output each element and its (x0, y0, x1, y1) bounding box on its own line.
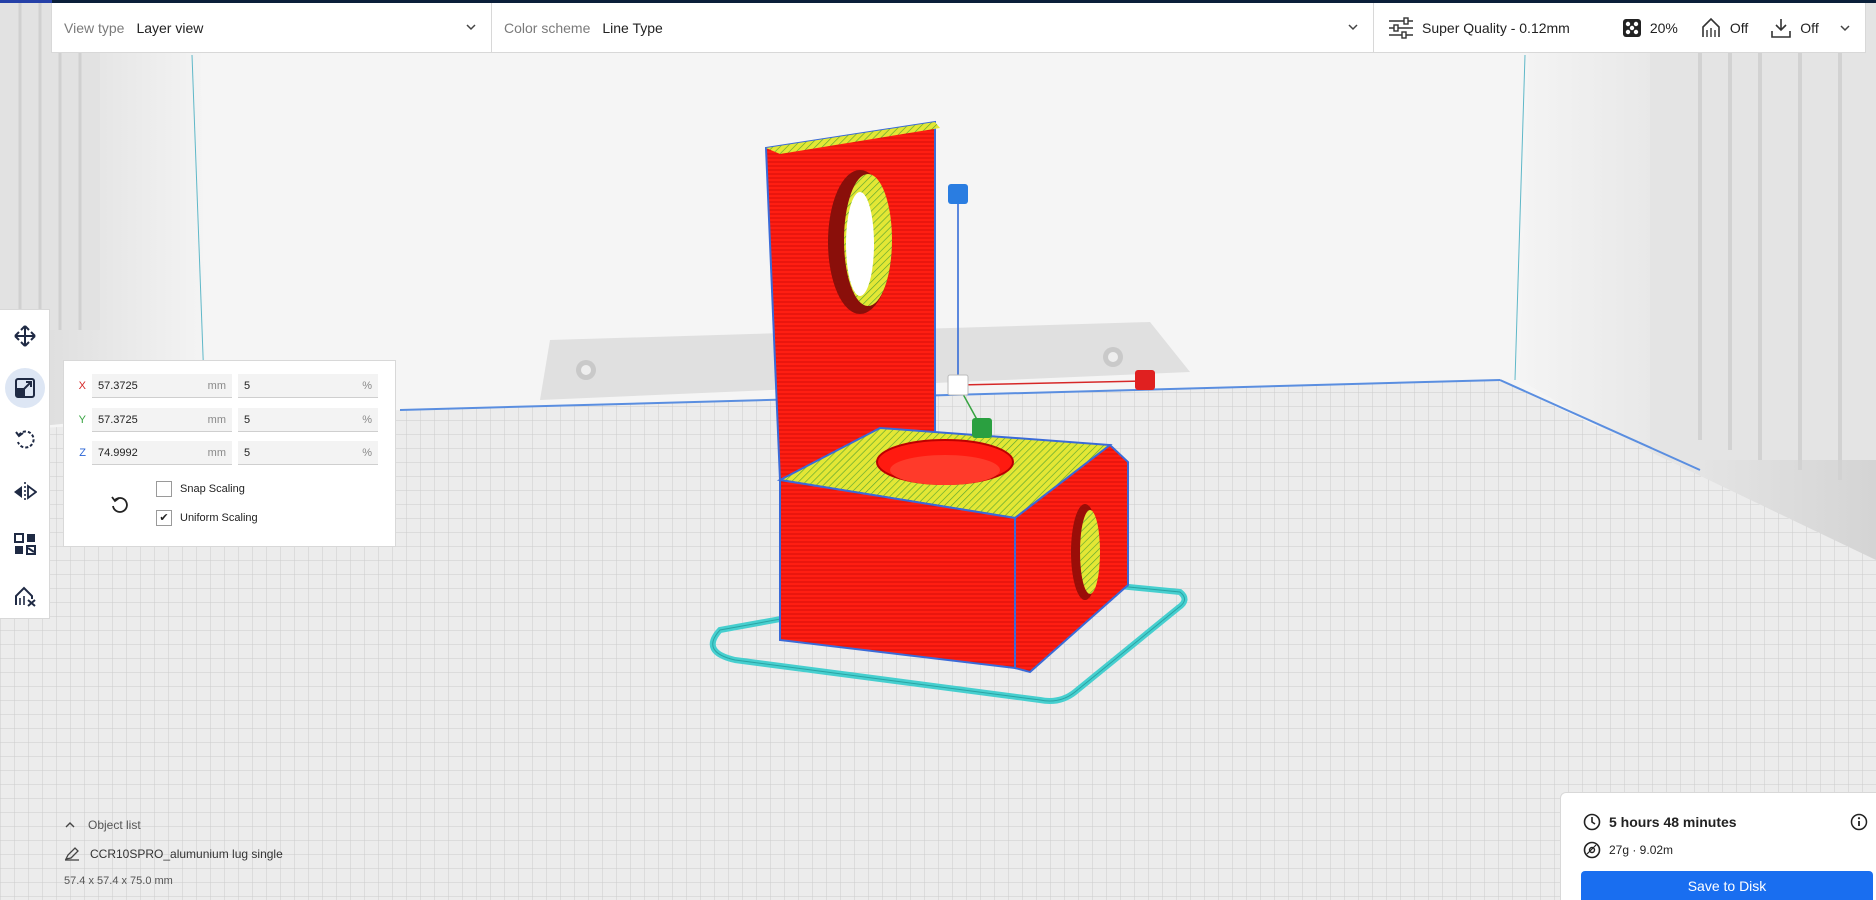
stage-accent (0, 0, 52, 3)
color-scheme-label: Color scheme (504, 19, 591, 36)
unit-percent: % (362, 413, 372, 426)
scale-z-percent-value: 5 (244, 446, 251, 459)
object-list-title: Object list (88, 818, 141, 832)
view-type-label: View type (64, 19, 125, 36)
scale-x-mm-value: 57.3725 (98, 379, 138, 392)
object-name: CCR10SPRO_alumunium lug single (90, 847, 283, 861)
object-list-toggle[interactable]: Object list (64, 812, 464, 838)
reset-icon (111, 496, 128, 513)
axis-y-label: Y (78, 414, 86, 426)
per-model-settings-button[interactable] (0, 518, 50, 570)
per-model-settings-icon (14, 533, 36, 555)
adhesion-value: Off (1800, 19, 1819, 36)
support-icon (1702, 17, 1720, 37)
scale-x-percent-input[interactable]: 5 % (238, 374, 378, 398)
support-setting[interactable]: Off (1700, 17, 1748, 39)
print-settings-selector[interactable]: Super Quality - 0.12mm 20% Off Off (1374, 3, 1865, 52)
clock-icon (1583, 813, 1601, 831)
spool-icon (1583, 841, 1601, 859)
move-tool-button[interactable] (0, 310, 50, 362)
uniform-scaling-box[interactable]: ✔ (156, 510, 172, 526)
chevron-down-icon (1840, 24, 1850, 31)
scale-y-percent-input[interactable]: 5 % (238, 408, 378, 432)
pencil-icon (64, 847, 79, 861)
scale-y-mm-value: 57.3725 (98, 413, 138, 426)
sliders-icon (1389, 16, 1413, 39)
chevron-up-icon (65, 822, 75, 828)
scale-z-mm-input[interactable]: 74.9992 mm (92, 441, 232, 465)
object-dimensions: 57.4 x 57.4 x 75.0 mm (64, 875, 173, 887)
axis-z-label: Z (79, 447, 86, 459)
support-blocker-button[interactable] (0, 570, 50, 622)
color-scheme-value: Line Type (602, 19, 663, 36)
mirror-icon (14, 482, 37, 502)
scale-y-percent-value: 5 (244, 413, 251, 426)
infill-icon (1622, 18, 1641, 37)
info-icon[interactable] (1850, 813, 1868, 831)
scale-row-x: X 57.3725 mm 5 % (64, 373, 378, 399)
scale-x-mm-input[interactable]: 57.3725 mm (92, 374, 232, 398)
tool-toolbar (0, 309, 50, 619)
chevron-down-icon (466, 24, 476, 31)
print-summary-panel: 5 hours 48 minutes 27g · 9.02m Save to D… (1560, 792, 1876, 900)
print-profile[interactable]: Super Quality - 0.12mm (1388, 16, 1570, 39)
save-to-disk-button[interactable]: Save to Disk (1581, 871, 1873, 900)
rotate-icon (15, 430, 35, 449)
infill-setting[interactable]: 20% (1622, 18, 1678, 38)
print-time: 5 hours 48 minutes (1583, 813, 1737, 831)
scale-z-mm-value: 74.9992 (98, 446, 138, 459)
adhesion-icon (1771, 18, 1792, 38)
material-value: 27g · 9.02m (1609, 843, 1674, 857)
unit-mm: mm (207, 379, 226, 392)
mirror-tool-button[interactable] (0, 466, 50, 518)
scale-tool-button[interactable] (0, 362, 50, 414)
scale-z-percent-input[interactable]: 5 % (238, 441, 378, 465)
uniform-scaling-label: Uniform Scaling (180, 512, 258, 524)
color-scheme-select[interactable]: Color scheme Line Type (492, 3, 1374, 52)
snap-scaling-box[interactable] (156, 481, 172, 497)
snap-scaling-checkbox[interactable]: Snap Scaling (156, 481, 245, 497)
support-blocker-icon (15, 586, 36, 607)
object-list: Object list CCR10SPRO_alumunium lug sing… (64, 812, 464, 892)
scale-y-mm-input[interactable]: 57.3725 mm (92, 408, 232, 432)
scale-x-percent-value: 5 (244, 379, 251, 392)
scale-row-y: Y 57.3725 mm 5 % (64, 407, 378, 433)
view-header: View type Layer view Color scheme Line T… (51, 3, 1866, 53)
reset-scale-button[interactable] (104, 489, 136, 521)
chevron-down-icon (1348, 24, 1358, 31)
unit-mm: mm (207, 413, 226, 426)
axis-x-label: X (78, 380, 86, 392)
unit-mm: mm (207, 446, 226, 459)
uniform-scaling-checkbox[interactable]: ✔ Uniform Scaling (156, 510, 258, 526)
print-profile-value: Super Quality - 0.12mm (1422, 19, 1570, 36)
view-type-value: Layer view (136, 19, 204, 36)
scale-row-z: Z 74.9992 mm 5 % (64, 440, 378, 466)
adhesion-setting[interactable]: Off (1770, 17, 1819, 39)
scale-icon (15, 378, 35, 398)
infill-value: 20% (1649, 19, 1678, 36)
support-value: Off (1729, 19, 1749, 36)
snap-scaling-label: Snap Scaling (180, 483, 245, 495)
move-icon (14, 325, 36, 347)
material-estimate: 27g · 9.02m (1583, 841, 1673, 859)
print-time-value: 5 hours 48 minutes (1609, 814, 1737, 830)
object-list-item[interactable]: CCR10SPRO_alumunium lug single (64, 838, 464, 870)
unit-percent: % (362, 446, 372, 459)
unit-percent: % (362, 379, 372, 392)
scale-panel: X 57.3725 mm 5 % Y 57.3725 mm 5 % Z 74.9… (63, 360, 396, 547)
rotate-tool-button[interactable] (0, 414, 50, 466)
view-type-select[interactable]: View type Layer view (52, 3, 492, 52)
